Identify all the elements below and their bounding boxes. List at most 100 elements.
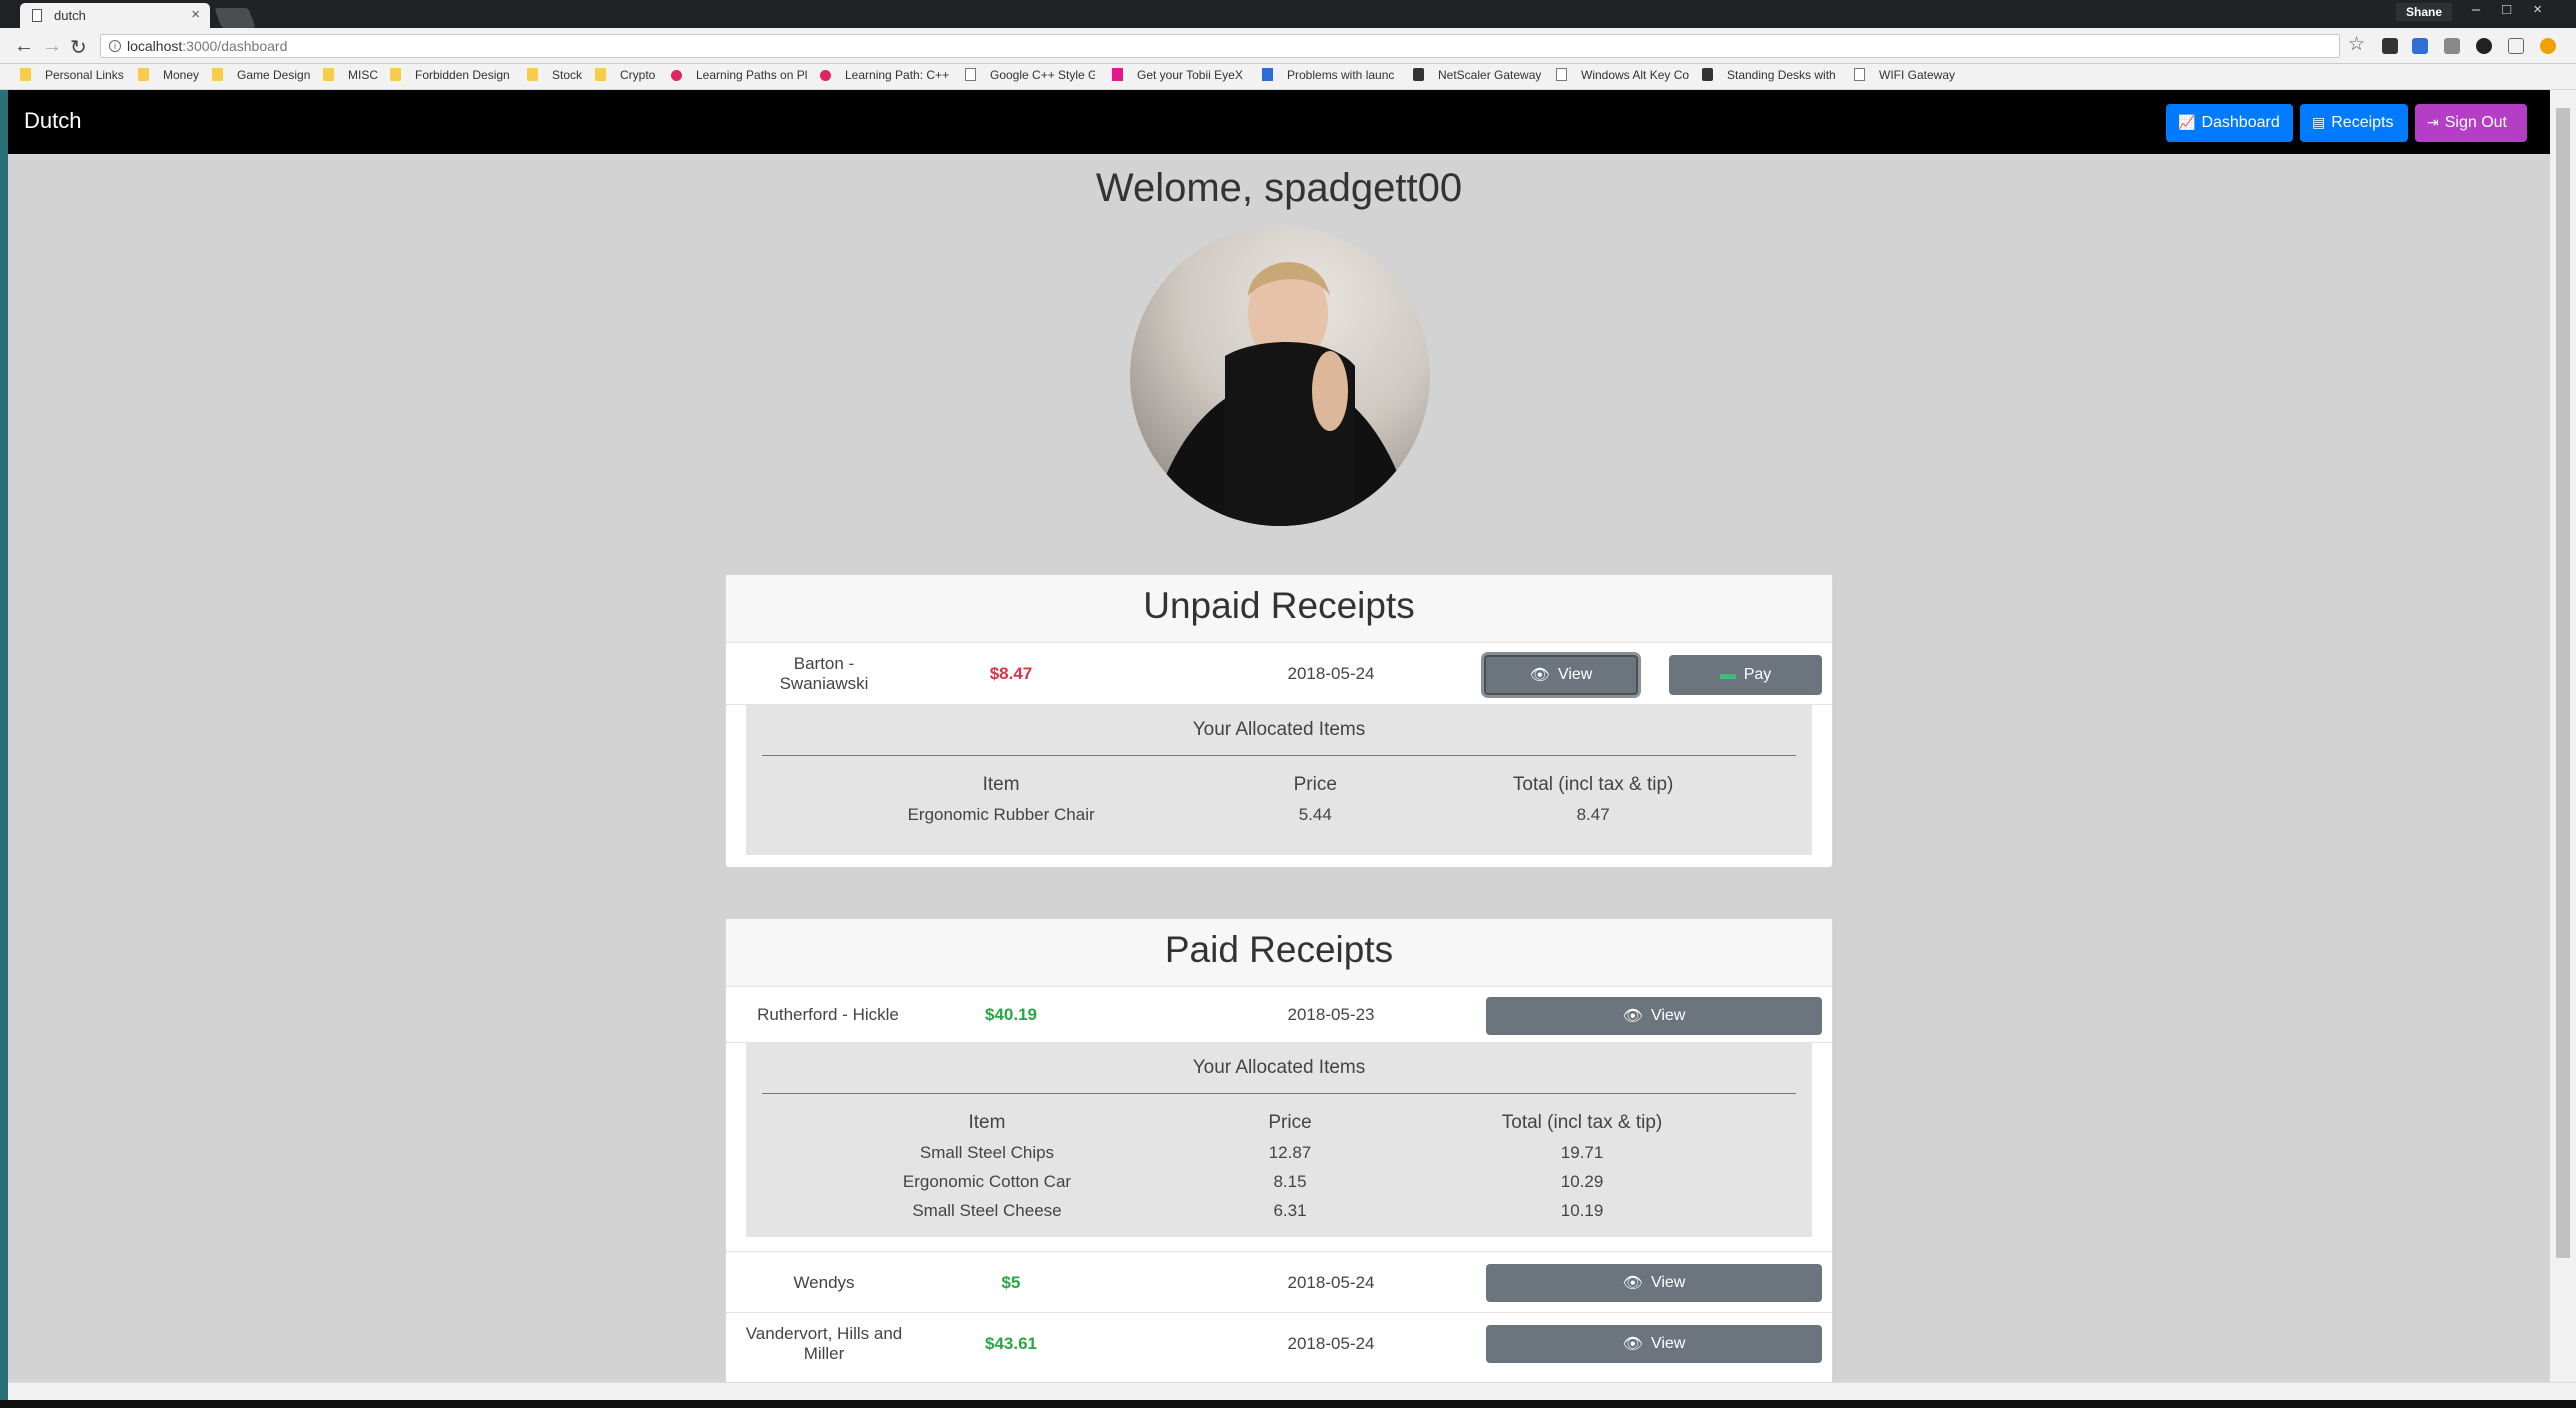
horizontal-scrollbar[interactable]	[8, 1382, 2576, 1400]
bookmark-item[interactable]: Standing Desks with	[1702, 68, 1844, 82]
receipt-amount: $5	[1001, 1273, 1021, 1293]
divider	[762, 1093, 1796, 1094]
pink-square-icon	[1112, 68, 1123, 81]
pay-button[interactable]: ▬ Pay	[1669, 655, 1822, 695]
amazon-extension-icon[interactable]	[2382, 38, 2398, 54]
cast-extension-icon[interactable]	[2508, 38, 2524, 54]
bookmark-item[interactable]: Game Design	[212, 68, 310, 82]
dark-icon	[1413, 68, 1424, 81]
sign-out-button[interactable]: ⇥ Sign Out	[2415, 104, 2527, 142]
bookmark-item[interactable]: Get your Tobii EyeX	[1112, 68, 1247, 82]
sign-out-icon: ⇥	[2427, 114, 2439, 130]
allocated-items-panel: Your Allocated Items Item Price Total (i…	[746, 705, 1812, 855]
bookmark-item[interactable]: Problems with launc	[1262, 68, 1402, 82]
folder-icon	[20, 68, 31, 81]
view-label: View	[1650, 1335, 1686, 1352]
dashboard-button[interactable]: 📈 Dashboard	[2166, 104, 2293, 142]
view-button[interactable]: 👁 View	[1486, 997, 1822, 1035]
scrollbar-thumb[interactable]	[2556, 108, 2570, 1258]
puzzle-extension-icon[interactable]	[2444, 38, 2460, 54]
table-row: Small Steel Chips 12.87 19.71	[746, 1138, 1812, 1167]
receipt-date: 2018-05-24	[1287, 1334, 1375, 1354]
item-total: 10.19	[1560, 1200, 1604, 1220]
bookmark-item[interactable]: Learning Path: C++	[820, 68, 950, 82]
receipt-row: Vandervort, Hills and Miller $43.61 2018…	[726, 1313, 1832, 1375]
reload-icon[interactable]: ↻	[70, 35, 87, 60]
bookmark-item[interactable]: Crypto	[595, 68, 655, 82]
bookmark-item[interactable]: Money	[138, 68, 199, 82]
receipt-date: 2018-05-24	[1287, 664, 1375, 684]
info-icon[interactable]: i	[109, 40, 121, 52]
item-total: 10.29	[1560, 1171, 1604, 1191]
eye-icon: 👁	[1622, 1008, 1643, 1025]
receipt-amount: $40.19	[985, 1005, 1037, 1025]
folder-icon	[138, 68, 149, 81]
profile-photo	[1150, 262, 1415, 526]
bookmark-label: WIFI Gateway	[1879, 68, 1956, 82]
receipt-amount: $8.47	[989, 664, 1033, 684]
x-extension-icon[interactable]	[2412, 38, 2428, 54]
back-arrow-icon[interactable]: ←	[14, 35, 34, 58]
bookmark-label: Game Design	[237, 68, 311, 82]
desktop-background	[0, 90, 8, 1408]
folder-icon	[212, 68, 223, 81]
item-price: 5.44	[1298, 804, 1332, 824]
bookmark-item[interactable]: MISC	[323, 68, 378, 82]
bookmark-label: Crypto	[620, 68, 656, 82]
close-tab-icon[interactable]: ×	[191, 6, 200, 23]
receipt-amount: $43.61	[985, 1334, 1037, 1354]
bookmark-item[interactable]: Personal Links	[20, 68, 124, 82]
page-icon	[965, 68, 976, 81]
bookmark-label: Get your Tobii EyeX	[1137, 68, 1243, 82]
column-header: Total (incl tax & tip)	[1501, 1112, 1663, 1133]
page-icon	[1556, 68, 1567, 81]
page-icon	[32, 9, 42, 22]
forward-arrow-icon[interactable]: →	[42, 35, 62, 58]
profile-user-name[interactable]: Shane	[2395, 3, 2452, 21]
new-tab-button[interactable]	[214, 8, 256, 28]
bookmarks-bar: Personal Links Money Game Design MISC Fo…	[0, 64, 2576, 90]
vertical-scrollbar[interactable]	[2550, 90, 2576, 1382]
allocated-items-title: Your Allocated Items	[1192, 1057, 1366, 1078]
item-price: 6.31	[1273, 1200, 1307, 1220]
column-header: Item	[968, 1112, 1006, 1133]
paid-receipts-title: Paid Receipts	[726, 919, 1832, 987]
window-controls[interactable]: –□×	[2472, 1, 2564, 18]
item-price: 12.87	[1268, 1142, 1312, 1162]
browser-tab[interactable]: dutch ×	[20, 3, 210, 28]
bookmark-item[interactable]: NetScaler Gateway	[1413, 68, 1541, 82]
page-viewport: Dutch 📈 Dashboard ▤ Receipts ⇥ Sign Out Wel…	[8, 90, 2550, 1382]
receipt-name: Vandervort, Hills and Miller	[745, 1324, 903, 1363]
brand-logo[interactable]: Dutch	[24, 108, 81, 134]
address-bar[interactable]: i localhost:3000/dashboard	[100, 34, 2340, 58]
bookmark-label: Learning Paths on Pl	[696, 68, 808, 82]
bookmark-item[interactable]: WIFI Gateway	[1854, 68, 1955, 82]
allocated-items-table: Item Price Total (incl tax & tip) Ergono…	[746, 770, 1812, 829]
table-row: Small Steel Cheese 6.31 10.19	[746, 1196, 1812, 1225]
pay-label: Pay	[1743, 666, 1772, 683]
receipt-row: Rutherford - Hickle $40.19 2018-05-23 👁 V…	[726, 987, 1832, 1043]
sign-out-label: Sign Out	[2444, 114, 2507, 131]
page-icon	[1854, 68, 1865, 81]
view-button[interactable]: 👁 View	[1486, 1264, 1822, 1302]
bookmark-item[interactable]: Learning Paths on Pl	[671, 68, 811, 82]
bookmark-star-icon[interactable]: ☆	[2348, 33, 2365, 56]
receipts-button[interactable]: ▤ Receipts	[2300, 104, 2408, 142]
column-header: Price	[1293, 774, 1337, 795]
bookmark-item[interactable]: Stock	[527, 68, 582, 82]
warning-menu-icon[interactable]	[2540, 38, 2556, 54]
view-label: View	[1557, 666, 1593, 683]
circle-extension-icon[interactable]	[2476, 38, 2492, 54]
receipt-name: Barton - Swaniawski	[779, 654, 869, 693]
welcome-heading: Welome, spadgett00	[1095, 166, 1463, 210]
receipts-label: Receipts	[2331, 114, 2394, 131]
bookmark-item[interactable]: Forbidden Design	[390, 68, 510, 82]
receipt-row: Barton - Swaniawski $8.47 2018-05-24 👁 Vi…	[726, 643, 1832, 705]
item-total: 19.71	[1560, 1142, 1604, 1162]
bookmark-label: Stock	[552, 68, 583, 82]
bookmark-item[interactable]: Windows Alt Key Co	[1556, 68, 1691, 82]
view-button[interactable]: 👁 View	[1484, 655, 1638, 695]
bookmark-item[interactable]: Google C++ Style G	[965, 68, 1095, 82]
view-button[interactable]: 👁 View	[1486, 1325, 1822, 1363]
receipt-row: Wendys $5 2018-05-24 👁 View	[726, 1251, 1832, 1313]
